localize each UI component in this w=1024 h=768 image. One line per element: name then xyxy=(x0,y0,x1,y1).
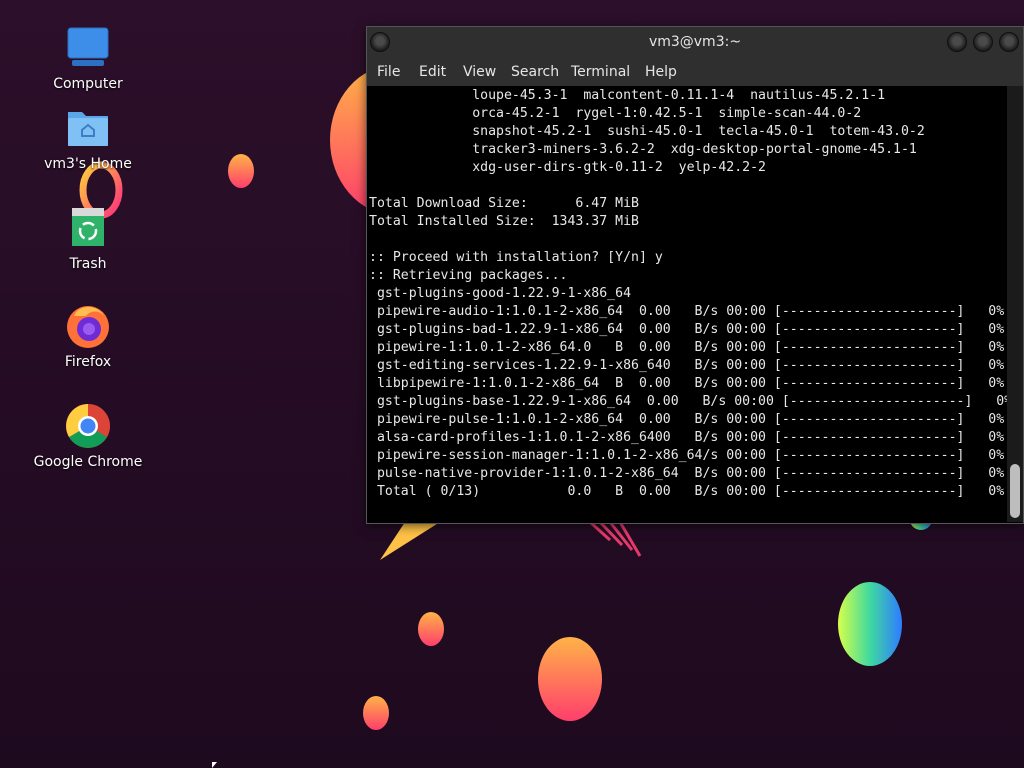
mouse-pointer xyxy=(212,762,217,768)
desktop-icon-label: Trash xyxy=(69,256,107,272)
menu-help[interactable]: Help xyxy=(645,64,677,80)
terminal-line: snapshot-45.2-1 sushi-45.0-1 tecla-45.0-… xyxy=(369,124,925,139)
terminal-line: tracker3-miners-3.6.2-2 xdg-desktop-port… xyxy=(369,142,917,157)
maximize-button[interactable] xyxy=(973,32,993,52)
terminal-line: Total Download Size: 6.47 MiB xyxy=(369,196,639,211)
window-title: vm3@vm3:~ xyxy=(648,34,742,50)
terminal-line: pipewire-1:1.0.1-2-x86_64.0 B 0.00 B/s 0… xyxy=(369,340,1005,355)
home-folder-icon xyxy=(68,112,108,146)
menu-edit[interactable]: Edit xyxy=(419,64,446,80)
terminal-window[interactable]: vm3@vm3:~ File Edit View Search Terminal… xyxy=(366,26,1024,524)
terminal-line: gst-plugins-base-1.22.9-1-x86_64 0.00 B/… xyxy=(369,394,1007,409)
terminal-line: pipewire-session-manager-1:1.0.1-2-x86_6… xyxy=(369,448,1005,463)
close-button[interactable] xyxy=(999,32,1019,52)
terminal-line: pulse-native-provider-1:1.0.1-2-x86_64 B… xyxy=(369,466,1005,481)
terminal-line: xdg-user-dirs-gtk-0.11-2 yelp-42.2-2 xyxy=(369,160,766,175)
desktop-icon-trash[interactable]: Trash xyxy=(33,204,143,272)
trash-icon xyxy=(72,208,104,246)
scrollbar-thumb[interactable] xyxy=(1010,464,1020,518)
desktop-icon-label: vm3's Home xyxy=(44,156,132,172)
minimize-button[interactable] xyxy=(947,32,967,52)
terminal-line: :: Proceed with installation? [Y/n] y xyxy=(369,250,663,265)
menu-file[interactable]: File xyxy=(377,64,400,80)
terminal-scrollbar[interactable] xyxy=(1007,86,1023,522)
terminal-line: Total ( 0/13) 0.0 B 0.00 B/s 00:00 [----… xyxy=(369,484,1005,499)
desktop-icon-home[interactable]: vm3's Home xyxy=(33,104,143,172)
terminal-line: Total Installed Size: 1343.37 MiB xyxy=(369,214,639,229)
terminal-line: loupe-45.3-1 malcontent-0.11.1-4 nautilu… xyxy=(369,88,886,103)
desktop-icon-label: Google Chrome xyxy=(33,454,143,470)
desktop-icon-firefox[interactable]: Firefox xyxy=(33,302,143,370)
desktop-icon-chrome[interactable]: Google Chrome xyxy=(33,402,143,470)
desktop-icon-computer[interactable]: Computer xyxy=(33,24,143,92)
computer-icon xyxy=(67,27,109,66)
terminal-output[interactable]: loupe-45.3-1 malcontent-0.11.1-4 nautilu… xyxy=(367,86,1007,522)
terminal-line: alsa-card-profiles-1:1.0.1-2-x86_6400 B/… xyxy=(369,430,1005,445)
terminal-line: :: Retrieving packages... xyxy=(369,268,568,283)
menu-terminal[interactable]: Terminal xyxy=(571,64,630,80)
firefox-icon xyxy=(67,306,109,348)
terminal-line: gst-editing-services-1.22.9-1-x86_640 B/… xyxy=(369,358,1005,373)
chrome-icon xyxy=(66,404,110,448)
menu-bar: File Edit View Search Terminal Help xyxy=(367,58,1023,86)
terminal-line: pipewire-pulse-1:1.0.1-2-x86_64 0.00 B/s… xyxy=(369,412,1005,427)
menu-view[interactable]: View xyxy=(463,64,496,80)
terminal-line: libpipewire-1:1.0.1-2-x86_64 B 0.00 B/s … xyxy=(369,376,1005,391)
terminal-line: orca-45.2-1 rygel-1:0.42.5-1 simple-scan… xyxy=(369,106,862,121)
window-titlebar[interactable]: vm3@vm3:~ xyxy=(367,27,1023,58)
desktop-icon-label: Firefox xyxy=(64,354,112,370)
menu-search[interactable]: Search xyxy=(511,64,559,80)
terminal-line: gst-plugins-bad-1.22.9-1-x86_64 0.00 B/s… xyxy=(369,322,1005,337)
terminal-line: pipewire-audio-1:1.0.1-2-x86_64 0.00 B/s… xyxy=(369,304,1005,319)
terminal-line: gst-plugins-good-1.22.9-1-x86_64 xyxy=(369,286,632,301)
desktop-icon-label: Computer xyxy=(53,76,123,92)
